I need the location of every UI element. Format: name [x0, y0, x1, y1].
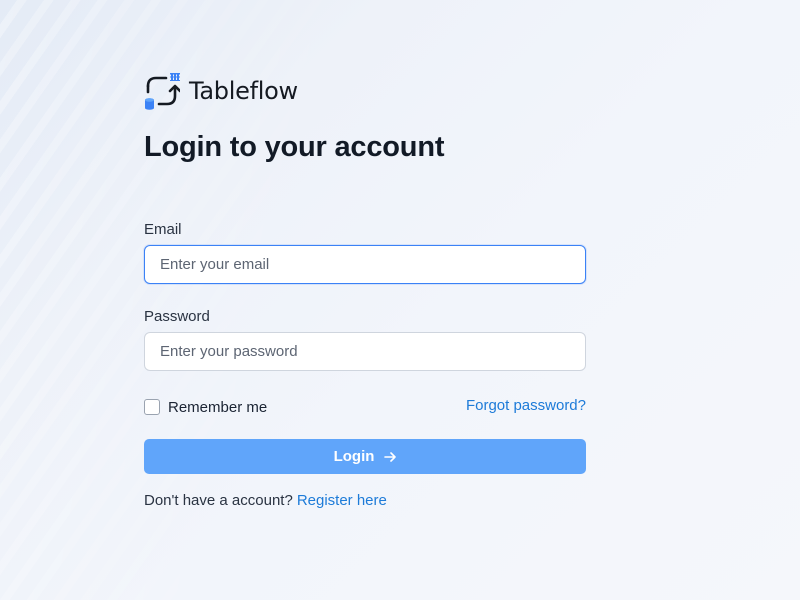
forgot-password-link[interactable]: Forgot password? [466, 397, 586, 414]
login-button-label: Login [333, 448, 375, 465]
password-label: Password [144, 308, 210, 325]
remember-me-checkbox[interactable] [144, 399, 160, 415]
email-field[interactable] [144, 245, 586, 284]
no-account-text: Don't have a account? [144, 492, 293, 509]
brand-name: Tableflow [189, 77, 298, 105]
password-field[interactable] [144, 332, 586, 371]
arrow-right-icon [384, 451, 397, 462]
register-link[interactable]: Register here [297, 492, 387, 509]
email-label: Email [144, 221, 182, 238]
remember-me[interactable]: Remember me [144, 399, 267, 416]
login-form: Tableflow Login to your account Email Pa… [144, 72, 586, 509]
tableflow-logo-icon [145, 73, 180, 110]
remember-me-label[interactable]: Remember me [168, 399, 267, 416]
register-prompt: Don't have a account? Register here [144, 492, 586, 509]
brand-logo: Tableflow [144, 72, 586, 110]
login-button[interactable]: Login [144, 439, 586, 474]
page-title: Login to your account [144, 131, 445, 163]
options-row: Remember me Forgot password? [144, 397, 586, 417]
